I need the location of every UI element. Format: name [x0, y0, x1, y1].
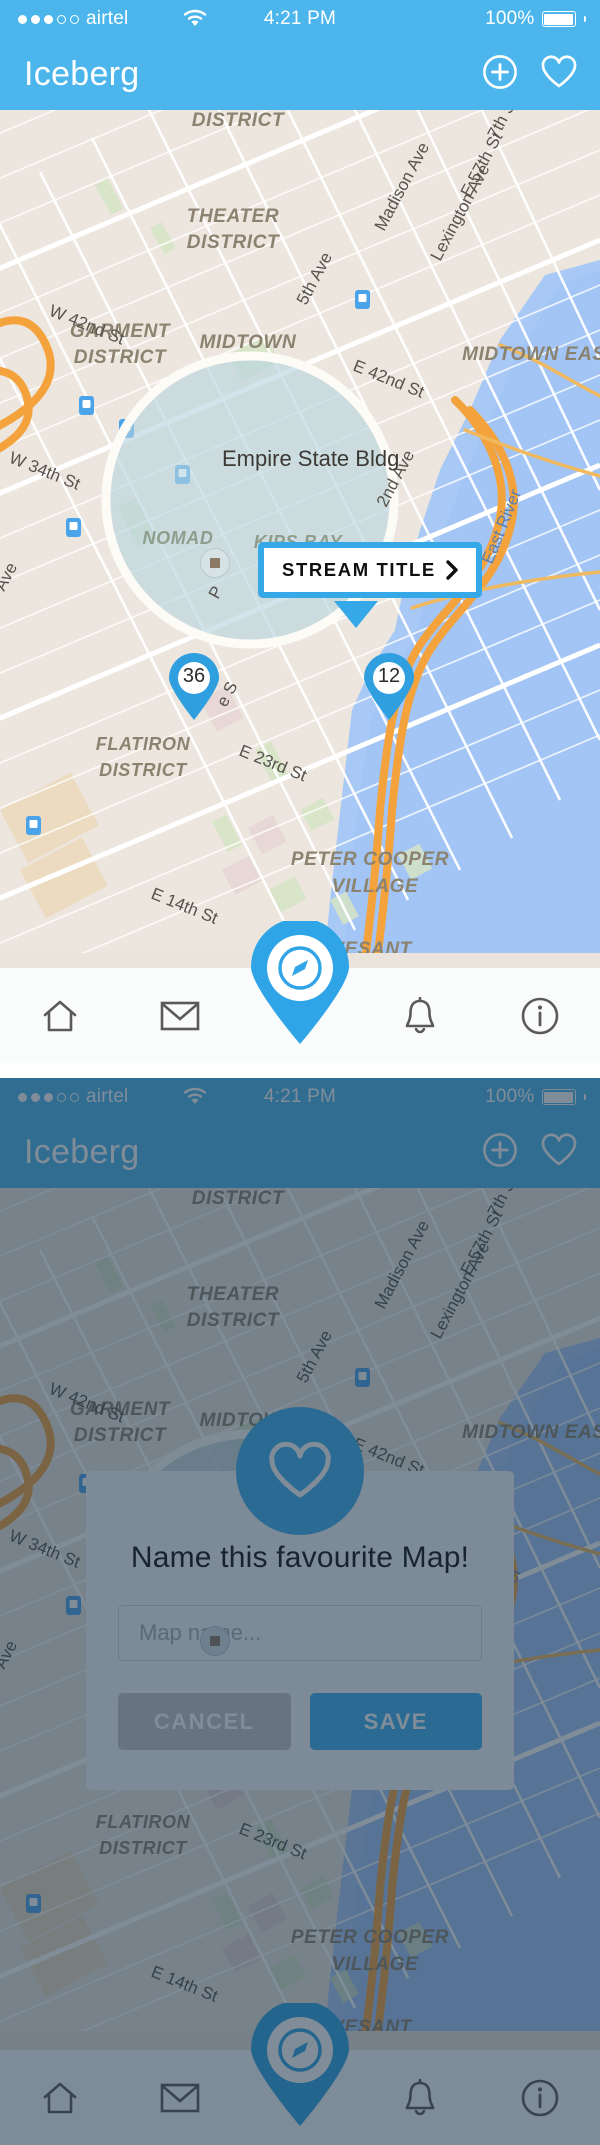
heart-icon[interactable] — [540, 54, 578, 94]
pin-count-label: 36 — [182, 665, 206, 687]
tab-messages[interactable] — [120, 968, 240, 1063]
pin-count-label: 12 — [377, 665, 401, 687]
modal-backdrop[interactable] — [0, 1078, 600, 2145]
battery-full-icon — [541, 11, 576, 27]
phone-screen-favourite-dialog: airtel 4:21 PM 100% Iceberg — [0, 1078, 600, 2145]
phone-screen-map: 36 12 STREAM TITLE airtel 4:21 PM 100% I… — [0, 0, 600, 1063]
plus-circle-icon[interactable] — [482, 54, 518, 95]
app-title: Iceberg — [24, 54, 140, 93]
empire-state-place-marker[interactable] — [200, 548, 230, 578]
tab-alerts[interactable] — [360, 968, 480, 1063]
map-canvas[interactable]: 36 12 STREAM TITLE — [0, 110, 600, 953]
stream-callout[interactable]: STREAM TITLE — [258, 542, 482, 628]
stream-title-label: STREAM TITLE — [282, 559, 436, 580]
tab-info[interactable] — [480, 968, 600, 1063]
battery-percent-label: 100% — [485, 8, 535, 29]
chevron-right-icon — [446, 560, 459, 580]
tab-explore[interactable] — [245, 918, 355, 1051]
map-pin-cluster[interactable]: 36 — [168, 653, 220, 721]
battery-group: 100% — [485, 8, 586, 30]
status-bar: airtel 4:21 PM 100% — [0, 0, 600, 38]
callout-tail — [334, 601, 378, 628]
map-pin-cluster[interactable]: 12 — [363, 653, 415, 721]
tab-home[interactable] — [0, 968, 120, 1063]
app-header: Iceberg — [0, 38, 600, 110]
screen-divider — [0, 1063, 600, 1078]
